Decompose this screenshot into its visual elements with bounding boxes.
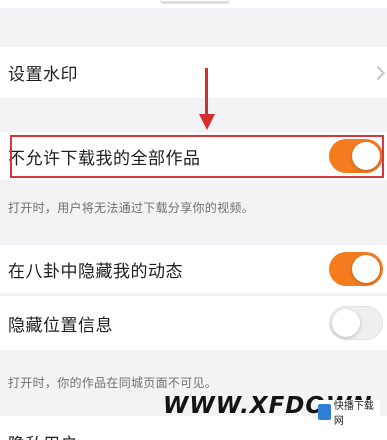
hide-location-toggle[interactable] — [329, 306, 383, 340]
chevron-right-icon — [370, 65, 386, 80]
highlight-annotation-box — [10, 135, 384, 178]
watermark-setting-label: 设置水印 — [8, 65, 78, 85]
disallow-download-hint: 打开时，用户将无法通过下载分享你的视频。 — [8, 201, 255, 215]
toggle-knob — [352, 255, 380, 283]
cropped-element — [160, 0, 230, 4]
watermark-setting-row[interactable]: 设置水印 — [0, 47, 387, 98]
privacy-user-label: 隐私用户 — [8, 430, 78, 440]
site-watermark-logo: 快播下载网 — [318, 400, 380, 427]
hide-location-label: 隐藏位置信息 — [8, 315, 113, 336]
hide-in-bagua-toggle[interactable] — [329, 252, 383, 286]
toggle-knob — [332, 309, 360, 337]
hide-location-row: 隐藏位置信息 — [0, 296, 387, 350]
arrow-annotation-shaft — [205, 68, 208, 116]
logo-text: 快播下载网 — [333, 401, 374, 427]
previous-section-bottom — [0, 0, 387, 8]
hide-location-hint: 打开时，你的作品在同城页面不可见。 — [8, 376, 218, 390]
arrow-down-icon — [199, 114, 215, 130]
logo-icon — [318, 404, 331, 420]
hide-in-bagua-row: 在八卦中隐藏我的动态 — [0, 245, 387, 293]
hide-in-bagua-label: 在八卦中隐藏我的动态 — [8, 261, 183, 282]
privacy-settings-page: 设置水印 不允许下载我的全部作品 打开时，用户将无法通过下载分享你的视频。 在八… — [0, 0, 387, 440]
